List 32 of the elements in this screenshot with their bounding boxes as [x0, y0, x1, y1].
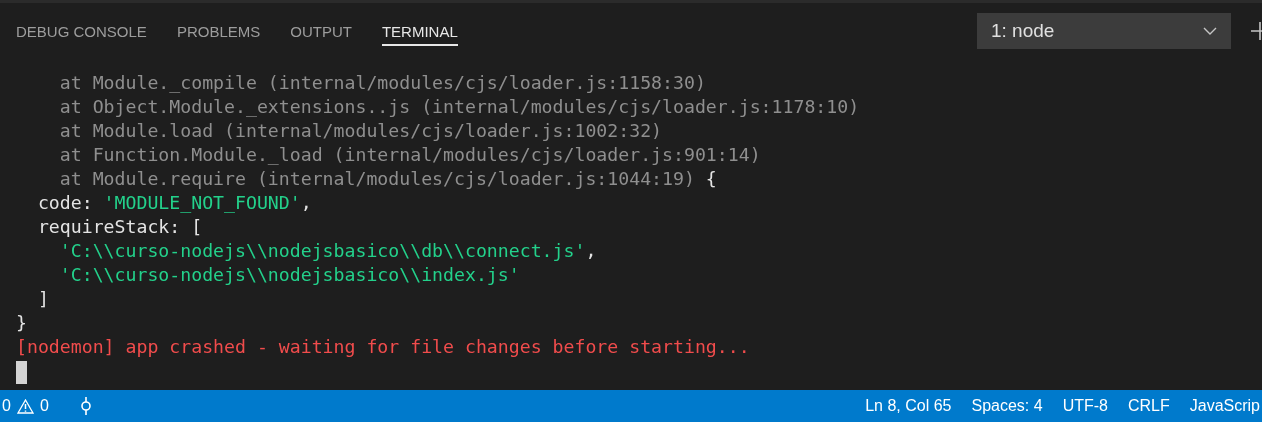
status-item[interactable]: JavaScrip [1179, 390, 1262, 422]
terminal-text: at Function.Module._load (internal/modules/cjs/loader.js:901:14) [58, 143, 761, 167]
terminal-text: at Module._compile (internal/modules/cjs/loader.js:1158:30) [58, 71, 706, 95]
terminal-select[interactable]: 1: node [977, 12, 1231, 49]
terminal-text: { [704, 167, 717, 191]
panel-tab[interactable]: DEBUG CONSOLE [16, 19, 147, 46]
terminal-select-value: 1: node [991, 19, 1055, 42]
status-item[interactable]: UTF-8 [1052, 390, 1118, 422]
terminal-text: code: [36, 191, 94, 215]
terminal-text: } [16, 311, 27, 335]
terminal-text: 'C:\\curso-nodejs\\nodejsbasico\\db\\connect.js' [58, 239, 586, 263]
panel-tab[interactable]: OUTPUT [290, 19, 352, 46]
terminal-text: at Object.Module._extensions..js (internal/modules/cjs/loader.js:1178:10) [58, 95, 860, 119]
panel-tab[interactable]: TERMINAL [381, 19, 458, 46]
terminal-text: at Module.require (internal/modules/cjs/loader.js:1044:19) [58, 167, 695, 191]
terminal-text: ] [36, 287, 49, 311]
problems-status[interactable]: 0 0 [0, 390, 59, 422]
terminal-text: 'MODULE_NOT_FOUND' [103, 191, 301, 215]
status-item[interactable]: CRLF [1117, 390, 1180, 422]
terminal-text: at Module.load (internal/modules/cjs/loader.js:1002:32) [58, 119, 663, 143]
terminal-text: , [300, 191, 312, 215]
commit-icon[interactable] [78, 396, 93, 416]
terminal-text: , [585, 239, 597, 263]
terminal-cursor [16, 361, 27, 384]
panel-tab[interactable]: PROBLEMS [176, 19, 261, 46]
warning-icon [16, 398, 34, 414]
terminal-text: [nodemon] app crashed - waiting for file changes before starting... [16, 335, 750, 359]
terminal-text: 'C:\\curso-nodejs\\nodejsbasico\\index.js' [58, 263, 520, 287]
chevron-down-icon [1203, 26, 1217, 35]
status-item[interactable]: Spaces: 4 [961, 390, 1053, 422]
status-item[interactable]: Ln 8, Col 65 [855, 390, 962, 422]
terminal-text: requireStack: [ [36, 215, 203, 239]
